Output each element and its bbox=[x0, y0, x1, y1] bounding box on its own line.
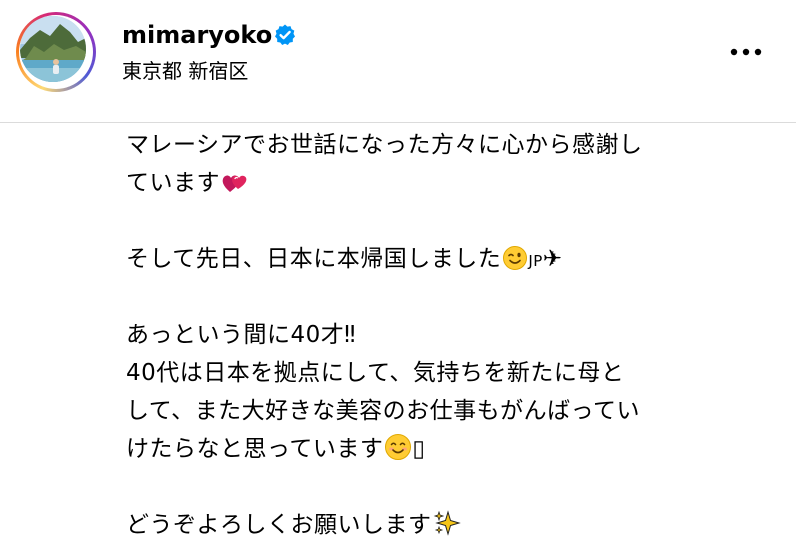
caption-text: して、また大好きな美容のお仕事もがんばってい bbox=[126, 398, 641, 424]
verified-badge-icon bbox=[275, 24, 295, 45]
avatar[interactable] bbox=[20, 16, 86, 82]
caption-line: して、また大好きな美容のお仕事もがんばってい bbox=[126, 392, 766, 430]
post-caption: マレーシアでお世話になった方々に心から感謝し ています そして先日、日本に本帰国… bbox=[126, 126, 766, 544]
caption-line: 40代は日本を拠点にして、気持ちを新たに母と bbox=[126, 354, 766, 392]
story-ring[interactable] bbox=[16, 12, 96, 92]
japan-flag-text: JP bbox=[528, 252, 543, 270]
missing-glyph: ▯ bbox=[412, 436, 426, 462]
caption-text: マレーシアでお世話になった方々に心から感謝し bbox=[126, 132, 643, 158]
more-options-button[interactable] bbox=[722, 34, 770, 70]
two-hearts-icon bbox=[222, 175, 247, 192]
airplane-icon: ✈ bbox=[542, 246, 563, 272]
more-options-icon bbox=[730, 48, 762, 56]
caption-text: そして先日、日本に本帰国しました bbox=[126, 246, 502, 272]
caption-text: どうぞよろしくお願いします bbox=[126, 512, 432, 538]
header-divider bbox=[0, 122, 796, 123]
caption-line: どうぞよろしくお願いします bbox=[126, 506, 766, 544]
location-link[interactable]: 東京都 新宿区 bbox=[122, 58, 248, 84]
caption-text: 40代は日本を拠点にして、気持ちを新たに母と bbox=[126, 360, 625, 386]
caption-line: そして先日、日本に本帰国しました JP✈ bbox=[126, 240, 766, 278]
caption-line: けたらなと思っています ▯ bbox=[126, 430, 766, 468]
caption-text: けたらなと思っています bbox=[126, 436, 384, 462]
post-header: mimaryoko 東京都 新宿区 bbox=[0, 0, 796, 120]
username[interactable]: mimaryoko bbox=[122, 20, 272, 50]
sparkles-icon bbox=[433, 510, 461, 536]
caption-text: ています bbox=[126, 170, 220, 196]
caption-text: あっという間に40才‼ bbox=[126, 322, 356, 348]
winking-face-icon bbox=[503, 246, 528, 270]
caption-line: ています bbox=[126, 164, 766, 202]
smiling-face-icon bbox=[385, 434, 412, 460]
avatar-photo bbox=[20, 16, 86, 82]
caption-line: マレーシアでお世話になった方々に心から感謝し bbox=[126, 126, 766, 164]
caption-line: あっという間に40才‼ bbox=[126, 316, 766, 354]
